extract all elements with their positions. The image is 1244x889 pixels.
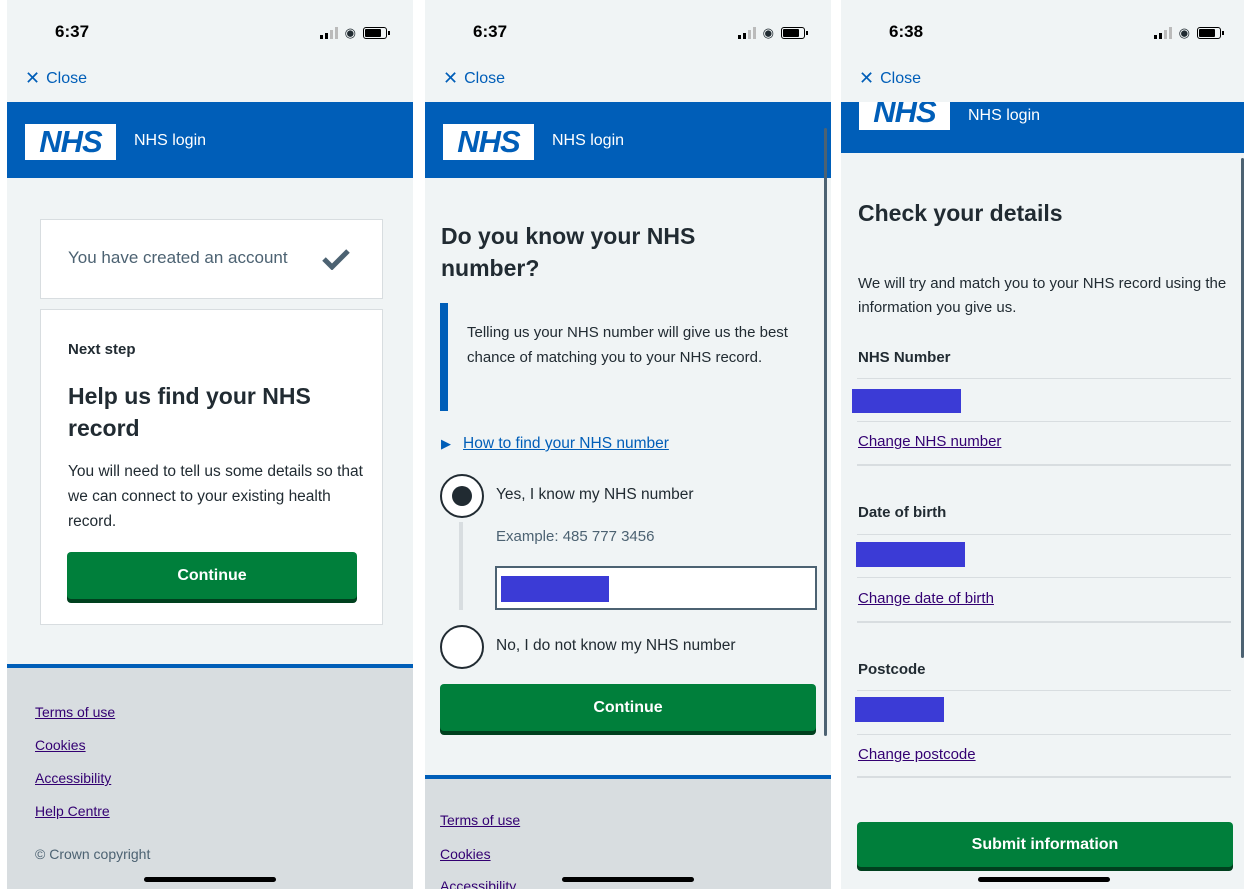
footer-link-help[interactable]: Help Centre <box>35 803 110 819</box>
nhs-header: NHS NHS login <box>7 102 413 178</box>
redacted-value <box>501 576 609 602</box>
footer: Terms of use Cookies Accessibility Help … <box>7 664 413 889</box>
status-icons: ◉ <box>1153 25 1224 41</box>
home-indicator <box>562 877 694 882</box>
footer: Terms of use Cookies Accessibility <box>425 775 831 889</box>
battery-icon <box>363 27 390 39</box>
divider <box>857 577 1231 578</box>
wifi-icon: ◉ <box>1178 25 1190 40</box>
nhs-logo: NHS <box>25 124 116 160</box>
close-icon: ✕ <box>859 68 875 88</box>
nhs-logo: NHS <box>443 124 534 160</box>
page-heading: Help us find your NHS record <box>68 383 311 441</box>
section-divider <box>857 464 1231 466</box>
intro-text: We will try and match you to your NHS re… <box>858 275 1227 316</box>
conditional-rule <box>459 522 463 610</box>
wifi-icon: ◉ <box>762 25 774 40</box>
radio-no[interactable] <box>440 625 484 669</box>
change-postcode-link[interactable]: Change postcode <box>858 746 976 763</box>
screen-nhs-number: 6:37 ◉ ✕ Close NHS NHS login Do you know… <box>425 0 831 889</box>
header-title: NHS login <box>968 107 1041 124</box>
continue-button[interactable]: Continue <box>67 552 357 599</box>
next-step-caption: Next step <box>68 341 136 358</box>
continue-button[interactable]: Continue <box>440 684 816 731</box>
status-icons: ◉ <box>319 25 390 41</box>
footer-link-cookies[interactable]: Cookies <box>35 737 86 753</box>
divider <box>857 378 1231 379</box>
page-heading: Check your details <box>858 200 1063 226</box>
wifi-icon: ◉ <box>344 25 356 40</box>
change-nhs-number-link[interactable]: Change NHS number <box>858 433 1001 450</box>
scrollbar[interactable] <box>824 128 827 736</box>
footer-link-cookies[interactable]: Cookies <box>440 846 491 862</box>
section-divider <box>857 776 1231 778</box>
footer-link-accessibility[interactable]: Accessibility <box>440 878 516 889</box>
status-bar: 6:37 ◉ <box>425 0 831 64</box>
section-divider <box>857 621 1231 623</box>
status-icons: ◉ <box>737 25 808 41</box>
date-of-birth-label: Date of birth <box>858 504 947 521</box>
details-link: How to find your NHS number <box>463 435 669 452</box>
close-label: Close <box>880 69 921 87</box>
radio-yes[interactable] <box>440 474 484 518</box>
nhs-number-input[interactable] <box>495 566 817 610</box>
header-title: NHS login <box>134 132 207 149</box>
close-label: Close <box>46 69 87 87</box>
footer-link-accessibility[interactable]: Accessibility <box>35 770 111 786</box>
status-time: 6:37 <box>473 22 508 41</box>
divider <box>857 534 1231 535</box>
close-icon: ✕ <box>25 68 41 88</box>
signal-icon <box>1153 27 1172 39</box>
signal-icon <box>737 27 756 39</box>
check-icon <box>322 249 350 270</box>
battery-icon <box>1197 27 1224 39</box>
next-step-card: Next step Help us find your NHS record Y… <box>40 309 383 625</box>
header-title: NHS login <box>552 132 625 149</box>
page-heading: Do you know your NHS number? <box>441 223 696 281</box>
home-indicator <box>144 877 276 882</box>
copyright: © Crown copyright <box>35 846 151 862</box>
signal-icon <box>319 27 338 39</box>
divider <box>857 421 1231 422</box>
redacted-nhs-number <box>852 389 961 413</box>
redacted-date-of-birth <box>856 542 965 567</box>
status-time: 6:38 <box>889 22 924 41</box>
change-date-of-birth-link[interactable]: Change date of birth <box>858 590 994 607</box>
hint-text: Example: 485 777 3456 <box>496 528 655 545</box>
submit-button[interactable]: Submit information <box>857 822 1233 867</box>
radio-no-label[interactable]: No, I do not know my NHS number <box>496 637 736 655</box>
close-icon: ✕ <box>443 68 459 88</box>
close-button[interactable]: ✕ Close <box>25 68 87 89</box>
account-created-card: You have created an account <box>40 219 383 299</box>
account-created-text: You have created an account <box>68 248 288 267</box>
screen-account-created: 6:37 ◉ ✕ Close NHS NHS login You have cr… <box>7 0 413 889</box>
footer-link-terms[interactable]: Terms of use <box>35 704 115 720</box>
details-summary[interactable]: ▶ How to find your NHS number <box>441 435 669 453</box>
close-button[interactable]: ✕ Close <box>859 68 921 89</box>
inset-text <box>440 303 448 411</box>
nhs-number-label: NHS Number <box>858 349 951 366</box>
body-text: You will need to tell us some details so… <box>68 463 363 530</box>
status-time: 6:37 <box>55 22 90 41</box>
close-label: Close <box>464 69 505 87</box>
battery-icon <box>781 27 808 39</box>
inset-text-body: Telling us your NHS number will give us … <box>467 324 788 366</box>
radio-yes-label[interactable]: Yes, I know my NHS number <box>496 486 694 504</box>
triangle-right-icon: ▶ <box>441 436 451 451</box>
close-button[interactable]: ✕ Close <box>443 68 505 89</box>
screen-check-details: NHS NHS login 6:38 ◉ ✕ Close Check your … <box>841 0 1244 889</box>
footer-link-terms[interactable]: Terms of use <box>440 812 520 828</box>
divider <box>857 690 1231 691</box>
home-indicator <box>978 877 1110 882</box>
divider <box>857 734 1231 735</box>
redacted-postcode <box>855 697 944 722</box>
postcode-label: Postcode <box>858 661 926 678</box>
nhs-header: NHS NHS login <box>425 102 831 178</box>
status-bar: 6:37 ◉ <box>7 0 413 64</box>
